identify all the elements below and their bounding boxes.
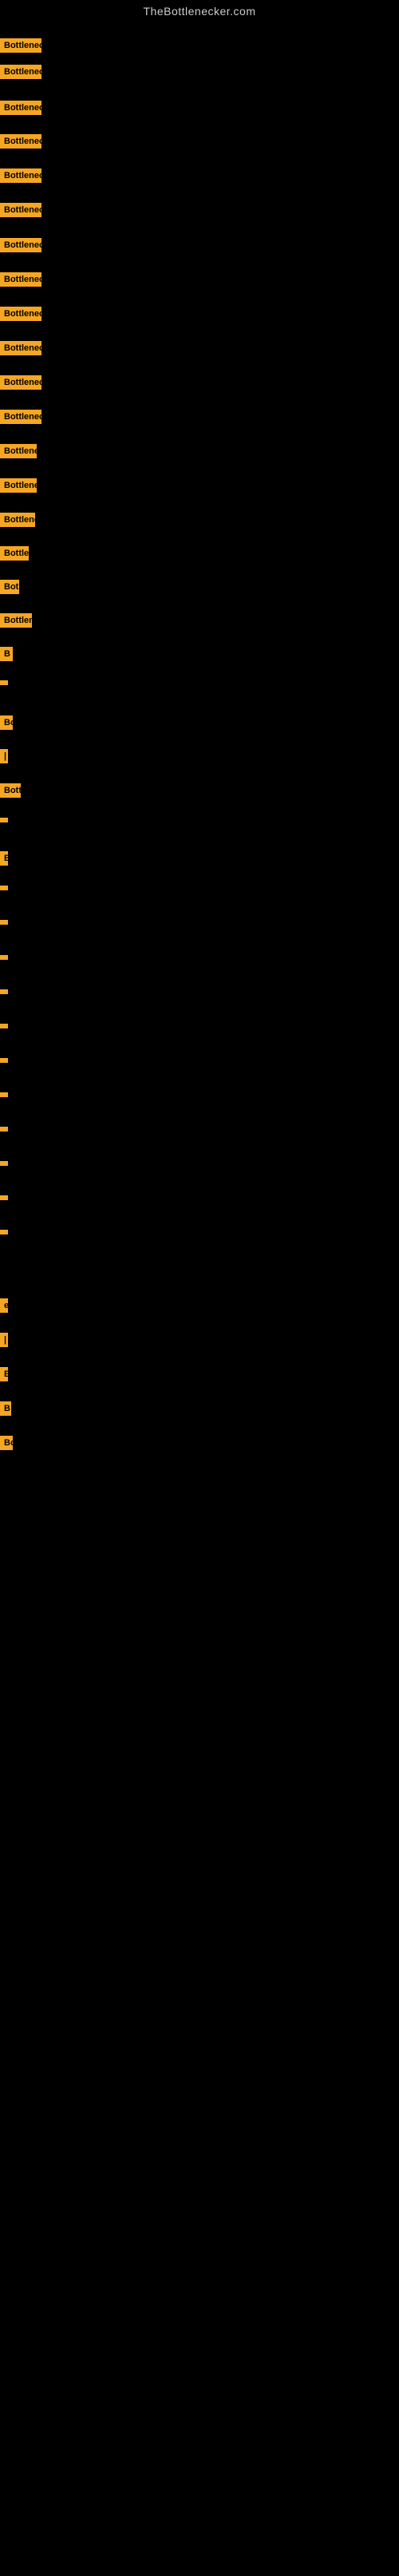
bar-row: E xyxy=(0,1367,8,1381)
bottleneck-result-label: Bottleneck resu xyxy=(0,375,41,390)
bottleneck-result-label: Bot xyxy=(0,580,19,594)
bottleneck-result-label xyxy=(0,818,8,822)
bar-row: Bottleneck re xyxy=(0,444,37,458)
bottleneck-result-label: Bottleneck r xyxy=(0,513,35,527)
bottleneck-result-label xyxy=(0,955,8,960)
bar-row xyxy=(0,1024,8,1028)
bar-row xyxy=(0,1161,8,1166)
bottleneck-result-label xyxy=(0,1092,8,1097)
bottleneck-result-label: Bottleneck result xyxy=(0,65,41,79)
bottleneck-result-label: Bo xyxy=(0,1436,13,1450)
bar-row: Bottlen xyxy=(0,613,32,628)
bar-row: Bottleneck result xyxy=(0,168,41,183)
bar-row xyxy=(0,989,8,994)
bottleneck-result-label xyxy=(0,1195,8,1200)
bottleneck-result-label xyxy=(0,1161,8,1166)
bar-row xyxy=(0,680,8,685)
bottleneck-result-label: Bottleneck result xyxy=(0,38,41,53)
bottleneck-result-label: Bo xyxy=(0,715,13,730)
bar-row: E xyxy=(0,851,8,866)
bar-row: Bott xyxy=(0,783,21,798)
bar-row: Bottleneck resu xyxy=(0,203,41,217)
bottleneck-result-label: Bottleneck resu xyxy=(0,203,41,217)
bottleneck-result-label: E xyxy=(0,1367,8,1381)
bottleneck-result-label xyxy=(0,1058,8,1063)
bottleneck-result-label: Bottleneck result xyxy=(0,134,41,149)
bottleneck-result-label: B xyxy=(0,1401,11,1416)
bar-row: B xyxy=(0,1401,11,1416)
bar-row xyxy=(0,1230,8,1234)
bottleneck-result-label: e xyxy=(0,1298,8,1313)
bar-row: Bottleneck res xyxy=(0,410,41,424)
bottleneck-result-label: Bott xyxy=(0,783,21,798)
bar-row xyxy=(0,886,8,890)
bar-row xyxy=(0,1195,8,1200)
bar-row: e xyxy=(0,1298,8,1313)
bar-row: Bottleneck result xyxy=(0,38,41,53)
bar-row: Bottleneck result xyxy=(0,101,41,115)
bar-row: Bottleneck result xyxy=(0,65,41,79)
bottleneck-result-label: | xyxy=(0,749,8,763)
bar-row xyxy=(0,818,8,822)
bar-row xyxy=(0,1127,8,1131)
bar-row: Bottlene xyxy=(0,546,29,561)
bar-row: | xyxy=(0,1333,8,1347)
bottleneck-result-label: Bottleneck result xyxy=(0,101,41,115)
bottleneck-result-label: B xyxy=(0,647,13,661)
bottleneck-result-label xyxy=(0,1127,8,1131)
bottleneck-result-label: Bottleneck resu xyxy=(0,307,41,321)
bar-row: Bottleneck resu xyxy=(0,238,41,252)
bar-row: Bo xyxy=(0,715,13,730)
bottleneck-result-label xyxy=(0,989,8,994)
bottleneck-result-label xyxy=(0,680,8,685)
bar-row xyxy=(0,1092,8,1097)
bar-row: Bottleneck resu xyxy=(0,307,41,321)
bar-row: Bottleneck result xyxy=(0,134,41,149)
bar-row: Bottleneck resu xyxy=(0,341,41,355)
bottleneck-result-label: Bottlene xyxy=(0,546,29,561)
bar-row: Bottleneck re xyxy=(0,478,37,493)
site-title: TheBottlenecker.com xyxy=(0,0,399,21)
bottleneck-result-label: Bottlen xyxy=(0,613,32,628)
bottleneck-result-label: Bottleneck re xyxy=(0,444,37,458)
bar-row: Bot xyxy=(0,580,19,594)
bottleneck-result-label xyxy=(0,886,8,890)
bar-row: Bo xyxy=(0,1436,13,1450)
bottleneck-result-label: Bottleneck result xyxy=(0,168,41,183)
bottleneck-result-label xyxy=(0,920,8,925)
bar-row: | xyxy=(0,749,8,763)
bottleneck-result-label xyxy=(0,1230,8,1234)
bar-row xyxy=(0,955,8,960)
bottleneck-result-label: Bottleneck res xyxy=(0,410,41,424)
bar-row xyxy=(0,920,8,925)
bar-row: Bottleneck resu xyxy=(0,272,41,287)
bar-row: Bottleneck resu xyxy=(0,375,41,390)
bottleneck-result-label xyxy=(0,1024,8,1028)
bar-row: Bottleneck r xyxy=(0,513,35,527)
bottleneck-result-label: Bottleneck resu xyxy=(0,272,41,287)
bottleneck-result-label: Bottleneck resu xyxy=(0,238,41,252)
bar-row: B xyxy=(0,647,13,661)
bottleneck-result-label: E xyxy=(0,851,8,866)
bottleneck-result-label: Bottleneck re xyxy=(0,478,37,493)
bar-row xyxy=(0,1058,8,1063)
bottleneck-result-label: | xyxy=(0,1333,8,1347)
bottleneck-result-label: Bottleneck resu xyxy=(0,341,41,355)
